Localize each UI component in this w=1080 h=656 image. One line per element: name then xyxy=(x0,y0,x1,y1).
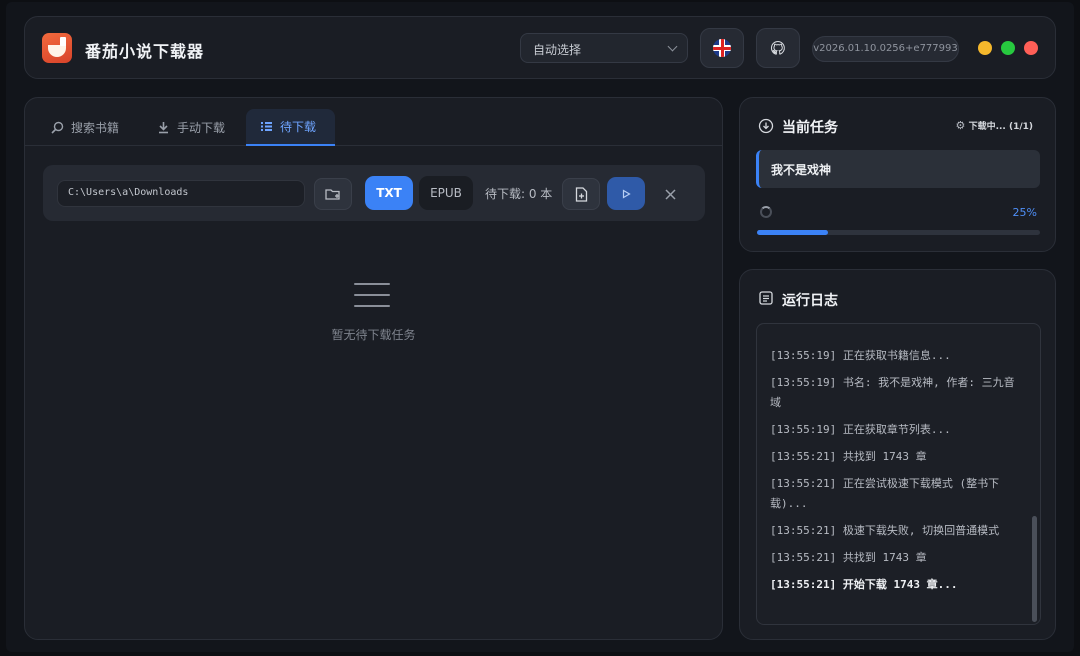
current-task-card: 当前任务 ⚙ 下载中... (1/1) 我不是戏神 25% xyxy=(739,97,1056,252)
log-line: [13:55:21] 正在尝试极速下载模式 (整书下载)... xyxy=(770,477,1000,510)
github-icon xyxy=(770,40,785,55)
download-toolbar: C:\Users\a\Downloads TXT EPUB 待下载: 0 本 xyxy=(43,165,705,221)
tab-search[interactable]: 搜索书籍 xyxy=(37,109,133,146)
source-select-value: 自动选择 xyxy=(533,43,582,57)
minimize-button[interactable] xyxy=(978,41,992,55)
tab-manual-download-label: 手动下载 xyxy=(177,121,226,135)
close-icon xyxy=(664,188,676,200)
progress-bar xyxy=(757,230,1040,235)
log-card: 运行日志 [13:55:19] 正在获取书籍信息... [13:55:19] 书… xyxy=(739,269,1056,640)
download-circle-icon xyxy=(758,118,774,134)
log-title: 运行日志 xyxy=(782,293,838,309)
tab-pending[interactable]: 待下载 xyxy=(246,109,335,146)
log-line: [13:55:19] 正在获取书籍信息... xyxy=(770,349,951,362)
folder-add-icon xyxy=(325,189,340,200)
download-icon xyxy=(159,122,168,134)
progress-fill xyxy=(757,230,828,235)
current-task-title: 当前任务 xyxy=(782,120,838,136)
task-status: ⚙ 下载中... (1/1) xyxy=(956,119,1033,132)
log-output[interactable]: [13:55:19] 正在获取书籍信息... [13:55:19] 书名: 我不… xyxy=(756,323,1041,625)
github-button[interactable] xyxy=(756,28,800,68)
import-file-button[interactable] xyxy=(562,178,600,210)
task-book-name: 我不是戏神 xyxy=(756,150,1040,188)
empty-list-icon xyxy=(354,283,390,316)
tab-bar: 搜索书籍 手动下载 待下载 xyxy=(25,98,722,146)
app-title: 番茄小说下载器 xyxy=(85,42,205,61)
log-line: [13:55:21] 开始下载 1743 章... xyxy=(770,578,958,591)
progress-percent: 25% xyxy=(1012,206,1037,219)
task-status-text: 下载中... (1/1) xyxy=(968,122,1033,132)
log-line: [13:55:21] 共找到 1743 章 xyxy=(770,450,927,463)
log-line: [13:55:19] 书名: 我不是戏神, 作者: 三九音域 xyxy=(770,376,1015,409)
choose-folder-button[interactable] xyxy=(314,178,352,210)
uk-flag-icon xyxy=(713,39,731,57)
play-icon xyxy=(622,188,631,199)
maximize-button[interactable] xyxy=(1001,41,1015,55)
log-scrollbar[interactable] xyxy=(1032,516,1037,622)
tab-search-label: 搜索书籍 xyxy=(71,121,120,135)
log-line: [13:55:21] 共找到 1743 章 xyxy=(770,551,927,564)
close-button[interactable] xyxy=(1024,41,1038,55)
loading-spinner-icon xyxy=(760,206,772,218)
start-download-button[interactable] xyxy=(607,177,645,210)
format-epub-button[interactable]: EPUB xyxy=(419,176,473,210)
search-icon xyxy=(51,121,64,134)
log-line: [13:55:21] 极速下载失败, 切换回普通模式 xyxy=(770,524,1000,537)
file-add-icon xyxy=(575,186,587,202)
save-path-input[interactable]: C:\Users\a\Downloads xyxy=(57,180,305,207)
tab-manual-download[interactable]: 手动下载 xyxy=(143,109,239,146)
pending-count: 待下载: 0 本 xyxy=(485,187,553,201)
version-badge: v2026.01.10.0256+e777993 xyxy=(812,36,959,62)
clear-queue-button[interactable] xyxy=(655,179,685,209)
log-lines: [13:55:19] 正在获取书籍信息... [13:55:19] 书名: 我不… xyxy=(770,324,1020,602)
chevron-down-icon xyxy=(667,41,678,52)
list-icon xyxy=(261,122,272,131)
log-line: [13:55:19] 正在获取章节列表... xyxy=(770,423,951,436)
tomato-logo-icon xyxy=(42,33,72,63)
gear-icon: ⚙ xyxy=(955,119,966,132)
tab-pending-label: 待下载 xyxy=(280,120,317,134)
document-icon xyxy=(759,291,773,305)
source-select[interactable]: 自动选择 xyxy=(520,33,688,63)
language-button[interactable] xyxy=(700,28,744,68)
main-panel: 搜索书籍 手动下载 待下载 C:\Users\a\Downloads TXT E… xyxy=(24,97,723,640)
format-txt-button[interactable]: TXT xyxy=(365,176,413,210)
empty-queue-text: 暂无待下载任务 xyxy=(331,328,416,342)
app-header: 番茄小说下载器 自动选择 v2026.01.10.0256+e777993 xyxy=(24,16,1056,79)
